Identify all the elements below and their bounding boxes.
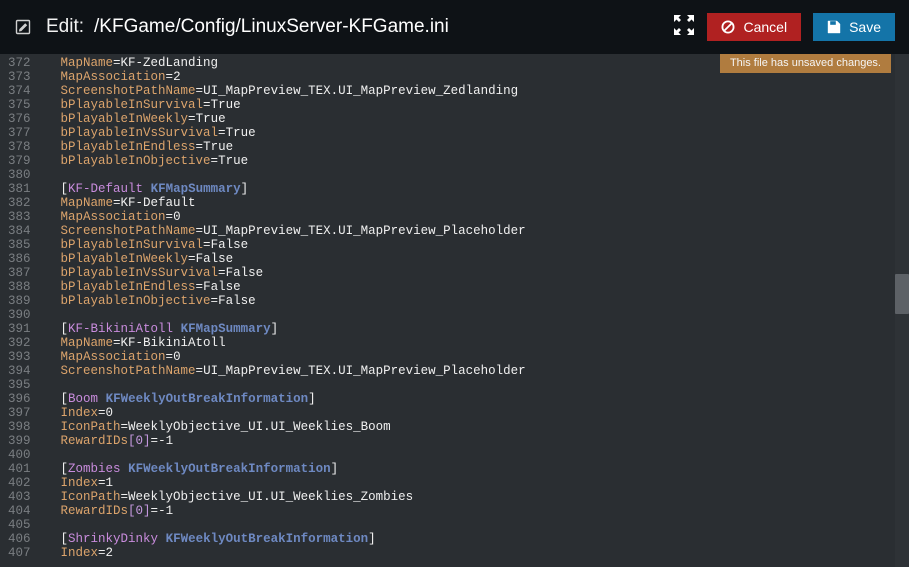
line-number: 376	[8, 112, 31, 126]
line-number: 400	[8, 448, 31, 462]
code-line[interactable]: [KF-Default KFMapSummary]	[61, 182, 909, 196]
code-line[interactable]: bPlayableInEndless=False	[61, 280, 909, 294]
line-number: 381	[8, 182, 31, 196]
line-number: 387	[8, 266, 31, 280]
line-number: 391	[8, 322, 31, 336]
line-number: 405	[8, 518, 31, 532]
save-label: Save	[849, 19, 881, 35]
code-line[interactable]: [Boom KFWeeklyOutBreakInformation]	[61, 392, 909, 406]
floppy-icon	[827, 20, 841, 34]
line-number: 383	[8, 210, 31, 224]
code-line[interactable]: bPlayableInObjective=False	[61, 294, 909, 308]
line-number: 393	[8, 350, 31, 364]
file-path: /KFGame/Config/LinuxServer-KFGame.ini	[94, 16, 449, 38]
cancel-button[interactable]: Cancel	[707, 13, 801, 41]
line-number: 373	[8, 70, 31, 84]
code-line[interactable]: MapAssociation=0	[61, 350, 909, 364]
line-number: 382	[8, 196, 31, 210]
line-number: 372	[8, 56, 31, 70]
code-line[interactable]: bPlayableInWeekly=False	[61, 252, 909, 266]
code-line[interactable]: MapName=KF-Default	[61, 196, 909, 210]
code-line[interactable]: ScreenshotPathName=UI_MapPreview_TEX.UI_…	[61, 224, 909, 238]
editor-wrapper: This file has unsaved changes. 372373374…	[0, 54, 909, 567]
code-line[interactable]: bPlayableInVsSurvival=True	[61, 126, 909, 140]
header-actions: Cancel Save	[673, 13, 895, 41]
code-line[interactable]: bPlayableInEndless=True	[61, 140, 909, 154]
line-number: 398	[8, 420, 31, 434]
line-number: 404	[8, 504, 31, 518]
line-number: 395	[8, 378, 31, 392]
line-number: 399	[8, 434, 31, 448]
line-number: 375	[8, 98, 31, 112]
code-line[interactable]: ScreenshotPathName=UI_MapPreview_TEX.UI_…	[61, 84, 909, 98]
code-line[interactable]: RewardIDs[0]=-1	[61, 504, 909, 518]
code-line[interactable]: bPlayableInSurvival=False	[61, 238, 909, 252]
cancel-label: Cancel	[743, 19, 787, 35]
code-line[interactable]: Index=2	[61, 546, 909, 560]
prohibit-icon	[721, 20, 735, 34]
code-line[interactable]: Index=0	[61, 406, 909, 420]
code-line[interactable]: [KF-BikiniAtoll KFMapSummary]	[61, 322, 909, 336]
line-number: 385	[8, 238, 31, 252]
line-number: 394	[8, 364, 31, 378]
line-number: 389	[8, 294, 31, 308]
unsaved-banner: This file has unsaved changes.	[720, 54, 891, 73]
editor-header: Edit: /KFGame/Config/LinuxServer-KFGame.…	[0, 0, 909, 54]
line-number: 384	[8, 224, 31, 238]
fullscreen-icon[interactable]	[673, 14, 695, 40]
line-number: 379	[8, 154, 31, 168]
line-number-gutter: 3723733743753763773783793803813823833843…	[0, 54, 41, 567]
code-line[interactable]	[61, 378, 909, 392]
line-number: 388	[8, 280, 31, 294]
line-number: 378	[8, 140, 31, 154]
line-number: 377	[8, 126, 31, 140]
scrollbar-track[interactable]	[895, 54, 909, 567]
line-number: 386	[8, 252, 31, 266]
line-number: 380	[8, 168, 31, 182]
line-number: 406	[8, 532, 31, 546]
title-area: Edit: /KFGame/Config/LinuxServer-KFGame.…	[46, 16, 659, 38]
code-line[interactable]: IconPath=WeeklyObjective_UI.UI_Weeklies_…	[61, 420, 909, 434]
code-line[interactable]	[61, 168, 909, 182]
code-line[interactable]: bPlayableInWeekly=True	[61, 112, 909, 126]
code-line[interactable]: bPlayableInObjective=True	[61, 154, 909, 168]
code-line[interactable]: IconPath=WeeklyObjective_UI.UI_Weeklies_…	[61, 490, 909, 504]
line-number: 374	[8, 84, 31, 98]
line-number: 396	[8, 392, 31, 406]
code-line[interactable]	[61, 448, 909, 462]
line-number: 407	[8, 546, 31, 560]
line-number: 403	[8, 490, 31, 504]
code-line[interactable]: ScreenshotPathName=UI_MapPreview_TEX.UI_…	[61, 364, 909, 378]
line-number: 392	[8, 336, 31, 350]
code-line[interactable]	[61, 308, 909, 322]
line-number: 397	[8, 406, 31, 420]
code-line[interactable]: [ShrinkyDinky KFWeeklyOutBreakInformatio…	[61, 532, 909, 546]
code-content[interactable]: MapName=KF-ZedLandingMapAssociation=2Scr…	[41, 54, 909, 567]
line-number: 402	[8, 476, 31, 490]
code-line[interactable]: [Zombies KFWeeklyOutBreakInformation]	[61, 462, 909, 476]
code-line[interactable]: Index=1	[61, 476, 909, 490]
code-line[interactable]: bPlayableInVsSurvival=False	[61, 266, 909, 280]
code-line[interactable]	[61, 518, 909, 532]
save-button[interactable]: Save	[813, 13, 895, 41]
code-line[interactable]: bPlayableInSurvival=True	[61, 98, 909, 112]
line-number: 390	[8, 308, 31, 322]
line-number: 401	[8, 462, 31, 476]
code-line[interactable]: MapName=KF-BikiniAtoll	[61, 336, 909, 350]
scrollbar-thumb[interactable]	[895, 274, 909, 314]
code-line[interactable]: MapAssociation=0	[61, 210, 909, 224]
edit-icon	[14, 18, 32, 36]
code-line[interactable]: RewardIDs[0]=-1	[61, 434, 909, 448]
code-editor[interactable]: 3723733743753763773783793803813823833843…	[0, 54, 909, 567]
edit-label: Edit:	[46, 16, 84, 38]
